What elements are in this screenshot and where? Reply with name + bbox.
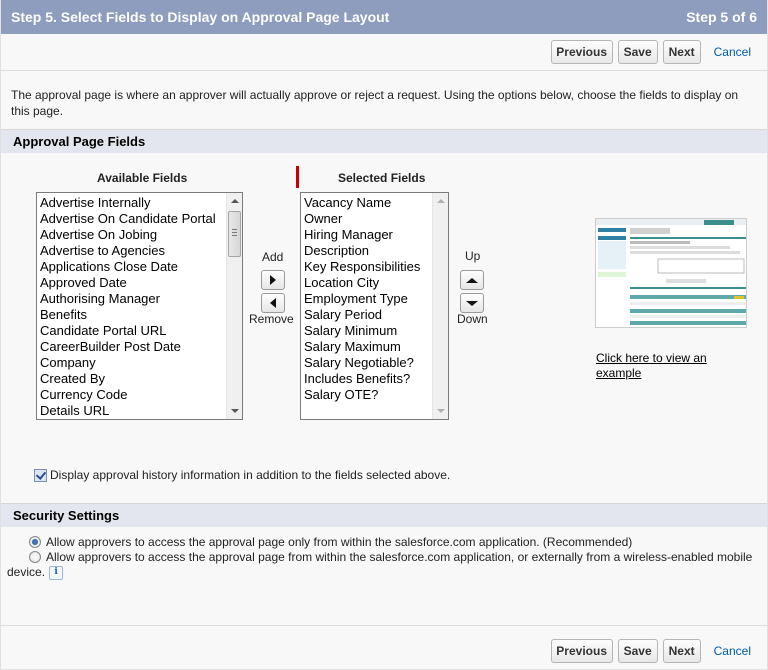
cancel-link[interactable]: Cancel [714, 644, 751, 658]
list-option[interactable]: Salary Period [304, 307, 448, 323]
list-option[interactable]: Authorising Manager [40, 291, 242, 307]
bottom-button-row: Previous Save Next Cancel [1, 633, 767, 669]
external-access-radio[interactable] [29, 551, 41, 563]
move-up-button[interactable] [460, 270, 484, 290]
move-down-button[interactable] [460, 293, 484, 313]
list-option[interactable]: Advertise Internally [40, 195, 242, 211]
list-option[interactable]: Created By [40, 371, 242, 387]
list-option[interactable]: CareerBuilder Post Date [40, 339, 242, 355]
list-option[interactable]: Approved Date [40, 275, 242, 291]
list-option[interactable]: Currency Code [40, 387, 242, 403]
top-button-row: Previous Save Next Cancel [1, 34, 767, 70]
list-option[interactable]: Benefits [40, 307, 242, 323]
selected-fields-scrollbar[interactable] [432, 193, 448, 419]
security-option-internal[interactable]: Allow approvers to access the approval p… [29, 535, 767, 550]
list-option[interactable]: Includes Benefits? [304, 371, 448, 387]
approval-history-label: Display approval history information in … [50, 468, 451, 482]
view-example-link[interactable]: Click here to view an example [596, 351, 726, 381]
list-option[interactable]: Key Responsibilities [304, 259, 448, 275]
list-option[interactable]: Vacancy Name [304, 195, 448, 211]
list-option[interactable]: Employment Type [304, 291, 448, 307]
scroll-thumb[interactable] [228, 211, 241, 257]
list-option[interactable]: Hiring Manager [304, 227, 448, 243]
list-option[interactable]: Applications Close Date [40, 259, 242, 275]
list-option[interactable]: Advertise On Candidate Portal [40, 211, 242, 227]
example-preview-image [596, 219, 746, 325]
arrow-right-icon [270, 275, 276, 285]
list-option[interactable]: Advertise On Jobing [40, 227, 242, 243]
page-header: Step 5. Select Fields to Display on Appr… [1, 0, 767, 34]
previous-button[interactable]: Previous [550, 40, 613, 64]
cancel-link[interactable]: Cancel [714, 45, 751, 59]
wizard-page: Step 5. Select Fields to Display on Appr… [0, 0, 768, 670]
info-icon[interactable]: i [49, 565, 64, 580]
list-option[interactable]: Salary Negotiable? [304, 355, 448, 371]
security-options: Allow approvers to access the approval p… [1, 527, 767, 580]
arrow-up-icon [466, 277, 478, 283]
external-access-label: Allow approvers to access the approval p… [7, 550, 753, 579]
scroll-up-icon[interactable] [231, 199, 239, 203]
internal-only-radio[interactable] [29, 536, 41, 548]
list-option[interactable]: Salary OTE? [304, 387, 448, 403]
available-fields-title: Available Fields [97, 171, 188, 185]
available-fields-list[interactable]: Advertise Internally Advertise On Candida… [36, 192, 243, 420]
arrow-left-icon [270, 298, 276, 308]
list-option[interactable]: Advertise to Agencies [40, 243, 242, 259]
step-indicator: Step 5 of 6 [686, 9, 757, 25]
remove-label: Remove [249, 312, 294, 326]
page-title: Step 5. Select Fields to Display on Appr… [11, 9, 390, 25]
add-button[interactable] [261, 270, 285, 290]
required-indicator [296, 166, 299, 188]
scroll-down-icon[interactable] [231, 409, 239, 413]
divider [1, 625, 767, 626]
add-label: Add [262, 250, 284, 264]
down-label: Down [457, 312, 488, 326]
internal-only-label: Allow approvers to access the approval p… [46, 535, 633, 549]
list-option[interactable]: Company [40, 355, 242, 371]
list-option[interactable]: Location City [304, 275, 448, 291]
list-option[interactable]: Salary Minimum [304, 323, 448, 339]
list-option[interactable]: Candidate Portal URL [40, 323, 242, 339]
security-settings-section: Security Settings Allow approvers to acc… [1, 503, 767, 580]
arrow-down-icon [466, 300, 478, 306]
scroll-down-icon[interactable] [437, 409, 445, 413]
selected-fields-list[interactable]: Vacancy Name Owner Hiring Manager Descripti… [300, 192, 449, 420]
selected-fields-items: Vacancy Name Owner Hiring Manager Descripti… [301, 193, 448, 403]
list-option[interactable]: Description [304, 243, 448, 259]
next-button[interactable]: Next [662, 639, 701, 663]
security-settings-header: Security Settings [1, 503, 767, 527]
previous-button[interactable]: Previous [550, 639, 613, 663]
scroll-up-icon[interactable] [437, 199, 445, 203]
approval-history-checkbox[interactable] [34, 468, 47, 482]
save-button[interactable]: Save [617, 40, 658, 64]
example-screenshot-thumbnail[interactable] [595, 218, 747, 328]
list-option[interactable]: Details URL [40, 403, 242, 419]
up-label: Up [465, 249, 481, 263]
security-option-external[interactable]: Allow approvers to access the approval p… [7, 550, 767, 580]
intro-text: The approval page is where an approver w… [11, 88, 739, 118]
approval-page-fields-header: Approval Page Fields [1, 129, 767, 153]
available-fields-items: Advertise Internally Advertise On Candida… [37, 193, 242, 419]
next-button[interactable]: Next [662, 40, 701, 64]
selected-fields-title: Selected Fields [338, 171, 426, 185]
remove-button[interactable] [261, 293, 285, 313]
available-fields-scrollbar[interactable] [226, 193, 242, 419]
save-button[interactable]: Save [617, 639, 658, 663]
approval-history-option[interactable]: Display approval history information in … [34, 468, 450, 482]
list-option[interactable]: Owner [304, 211, 448, 227]
list-option[interactable]: Salary Maximum [304, 339, 448, 355]
